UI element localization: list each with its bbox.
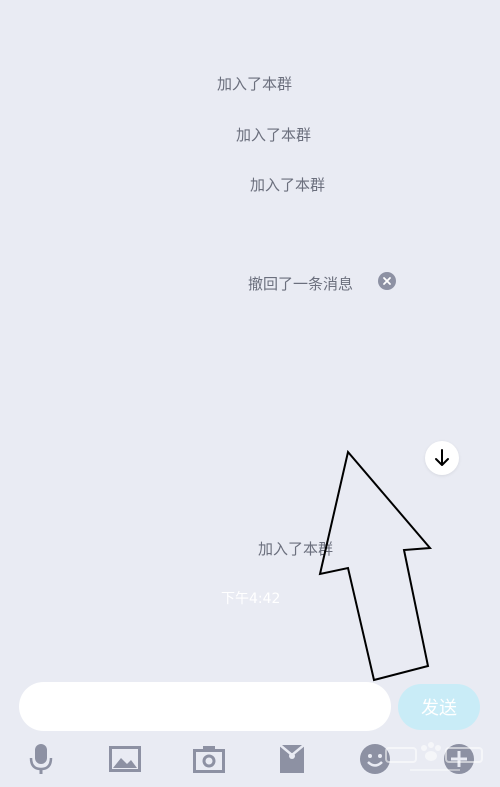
send-button[interactable]: 发送: [398, 684, 480, 730]
watermark-logo: [385, 742, 483, 771]
message-timestamp: 下午4:42: [221, 591, 281, 607]
microphone-icon[interactable]: [24, 742, 58, 776]
annotation-arrow: [318, 449, 433, 682]
close-icon[interactable]: [378, 272, 396, 290]
system-message: 加入了本群: [236, 126, 312, 144]
recall-notice: 撤回了一条消息: [248, 275, 354, 293]
message-input[interactable]: [19, 682, 391, 731]
system-message: 加入了本群: [250, 176, 326, 194]
camera-icon[interactable]: [192, 742, 226, 776]
image-icon[interactable]: [108, 742, 142, 776]
red-packet-icon[interactable]: [275, 742, 309, 776]
scroll-to-bottom-button[interactable]: [425, 441, 459, 475]
arrow-down-icon: [435, 449, 449, 466]
system-message: 加入了本群: [217, 75, 293, 93]
system-message: 加入了本群: [258, 540, 334, 558]
